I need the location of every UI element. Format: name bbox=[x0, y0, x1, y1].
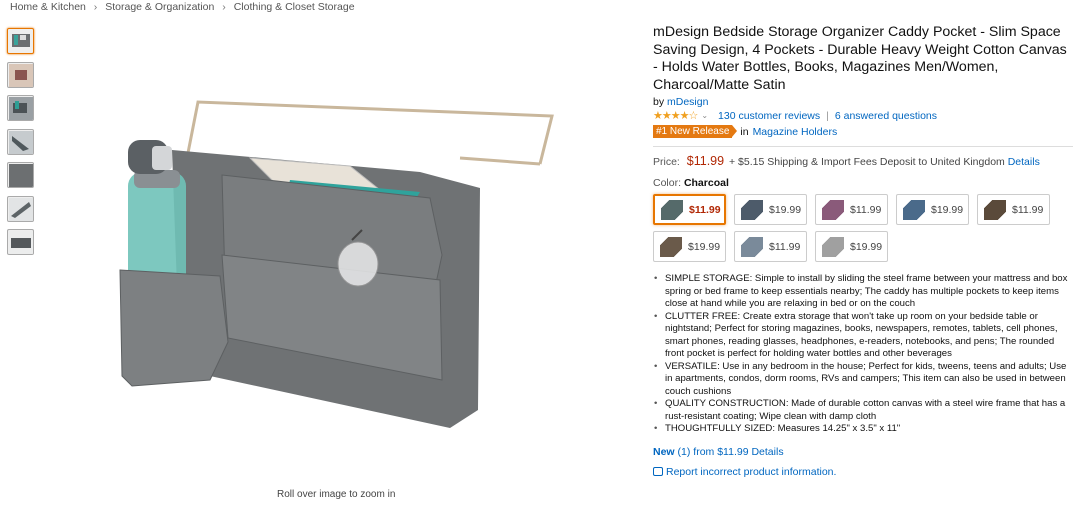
release-row: #1 New Release in Magazine Holders bbox=[653, 125, 1073, 138]
price-value: $11.99 bbox=[686, 154, 725, 168]
zoom-hint: Roll over image to zoom in bbox=[277, 489, 396, 500]
answered-questions-link[interactable]: 6 answered questions bbox=[835, 110, 937, 122]
product-title: mDesign Bedside Storage Organizer Caddy … bbox=[653, 24, 1067, 93]
offers-row: New (1) from $11.99 Details bbox=[653, 446, 1073, 458]
shipping-info: + $5.15 Shipping & Import Fees Deposit t… bbox=[729, 156, 1005, 168]
thumbnail-3[interactable] bbox=[7, 95, 34, 121]
star-rating-icon[interactable]: ★★★★☆ bbox=[653, 109, 698, 122]
swatch-image bbox=[822, 199, 844, 220]
color-swatches: $11.99 $19.99 $11.99 $19.99 $11.99 $19.99 $11.… bbox=[653, 194, 1073, 268]
swatch-image bbox=[903, 199, 925, 220]
product-details: mDesign Bedside Storage Organizer Caddy … bbox=[653, 24, 1073, 478]
new-offers-count[interactable]: (1) bbox=[678, 446, 691, 458]
offers-from[interactable]: from $11.99 bbox=[693, 446, 748, 458]
swatch-image bbox=[741, 236, 763, 257]
thumbnail-6[interactable] bbox=[7, 195, 34, 222]
separator: | bbox=[826, 109, 829, 122]
report-incorrect-info-link[interactable]: Report incorrect product information. bbox=[666, 466, 836, 478]
swatch-price: $19.99 bbox=[850, 240, 883, 253]
swatch-image bbox=[984, 199, 1006, 220]
swatch-price: $11.99 bbox=[1012, 203, 1044, 216]
thumbnail-7[interactable] bbox=[7, 229, 34, 255]
rating-row: ★★★★☆ ⌄ 130 customer reviews | 6 answere… bbox=[653, 109, 1073, 123]
swatch-image bbox=[661, 199, 683, 220]
swatch-image bbox=[741, 199, 763, 220]
color-swatch-2[interactable]: $19.99 bbox=[734, 194, 807, 225]
swatch-price: $11.99 bbox=[689, 203, 721, 216]
swatch-image bbox=[660, 236, 682, 257]
swatch-image bbox=[822, 236, 844, 257]
offers-details-link[interactable]: Details bbox=[751, 446, 783, 458]
customer-reviews-link[interactable]: 130 customer reviews bbox=[718, 110, 820, 122]
color-swatch-3[interactable]: $11.99 bbox=[815, 194, 888, 225]
shipping-details-link[interactable]: Details bbox=[1008, 156, 1040, 168]
color-swatch-5[interactable]: $11.99 bbox=[977, 194, 1050, 225]
price-label: Price: bbox=[653, 156, 680, 168]
feature-bullet: VERSATILE: Use in any bedroom in the hou… bbox=[654, 361, 1073, 399]
by-label: by bbox=[653, 96, 665, 108]
color-label: Color: bbox=[653, 177, 682, 189]
thumbnail-4[interactable] bbox=[7, 128, 34, 155]
new-offers-label[interactable]: New bbox=[653, 446, 675, 458]
breadcrumb-storage-organization[interactable]: Storage & Organization bbox=[105, 1, 214, 13]
chevron-down-icon[interactable]: ⌄ bbox=[701, 111, 708, 120]
thumbnail-5[interactable] bbox=[7, 162, 34, 188]
swatch-price: $11.99 bbox=[850, 203, 882, 216]
new-release-badge: #1 New Release bbox=[653, 125, 738, 138]
swatch-price: $19.99 bbox=[688, 240, 721, 253]
thumbnail-1[interactable] bbox=[7, 28, 34, 54]
swatch-price: $19.99 bbox=[769, 203, 802, 216]
category-link[interactable]: Magazine Holders bbox=[753, 126, 838, 138]
thumbnail-strip bbox=[7, 28, 35, 263]
color-swatch-7[interactable]: $11.99 bbox=[734, 231, 807, 262]
report-row: Report incorrect product information. bbox=[653, 466, 1073, 478]
feature-bullet: QUALITY CONSTRUCTION: Made of durable co… bbox=[654, 398, 1073, 423]
feature-bullet: THOUGHTFULLY SIZED: Measures 14.25" x 3.… bbox=[654, 423, 1073, 436]
breadcrumb-separator: › bbox=[222, 1, 226, 13]
color-swatch-4[interactable]: $19.99 bbox=[896, 194, 969, 225]
feature-bullet: CLUTTER FREE: Create extra storage that … bbox=[654, 311, 1073, 361]
in-label: in bbox=[740, 125, 749, 138]
color-row: Color: Charcoal bbox=[653, 177, 1073, 189]
thumbnail-2[interactable] bbox=[7, 61, 34, 88]
color-swatch-6[interactable]: $19.99 bbox=[653, 231, 726, 262]
brand-link[interactable]: mDesign bbox=[667, 96, 708, 108]
breadcrumb-separator: › bbox=[93, 1, 98, 13]
price-row: Price: $11.99 + $5.15 Shipping & Import … bbox=[653, 154, 1073, 168]
color-swatch-8[interactable]: $19.99 bbox=[815, 231, 888, 262]
breadcrumb-clothing-closet-storage[interactable]: Clothing & Closet Storage bbox=[234, 1, 355, 13]
feature-bullet: SIMPLE STORAGE: Simple to install by sli… bbox=[654, 273, 1073, 311]
color-swatch-1[interactable]: $11.99 bbox=[653, 194, 726, 225]
color-value: Charcoal bbox=[683, 177, 729, 189]
byline: by mDesign bbox=[653, 96, 1073, 108]
breadcrumb-home-kitchen[interactable]: Home & Kitchen bbox=[10, 1, 86, 13]
message-icon bbox=[653, 467, 663, 476]
divider bbox=[653, 146, 1073, 147]
feature-bullets: SIMPLE STORAGE: Simple to install by sli… bbox=[653, 273, 1073, 436]
main-product-image[interactable] bbox=[60, 80, 580, 460]
swatch-price: $19.99 bbox=[931, 203, 964, 216]
swatch-price: $11.99 bbox=[769, 240, 801, 253]
breadcrumb: Home & Kitchen › Storage & Organization … bbox=[10, 1, 355, 13]
